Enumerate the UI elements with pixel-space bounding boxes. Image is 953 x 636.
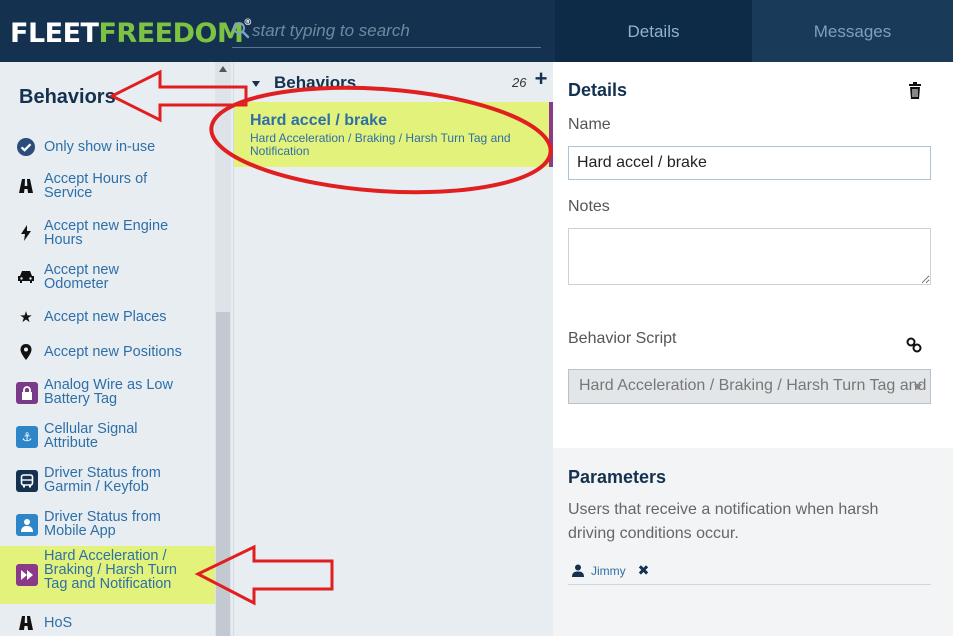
sidebar-item-accept-hours-of-service[interactable]: Accept Hours of Service bbox=[0, 167, 215, 205]
bolt-icon bbox=[16, 223, 36, 243]
scroll-up-arrow-icon[interactable] bbox=[219, 66, 227, 72]
details-section: Details Name Notes bbox=[553, 62, 953, 314]
notes-field[interactable] bbox=[568, 228, 931, 285]
sidebar-item-label: Driver Status from Garmin / Keyfob bbox=[44, 465, 161, 495]
tab-messages[interactable]: Messages bbox=[752, 0, 953, 62]
star-icon: ★ bbox=[19, 309, 33, 326]
sidebar-item-accept-new-engine-hours[interactable]: Accept new Engine Hours bbox=[0, 214, 215, 252]
search-box[interactable] bbox=[232, 12, 541, 48]
behavior-script-select[interactable]: Hard Acceleration / Braking / Harsh Turn… bbox=[568, 369, 931, 404]
sidebar-item-cellular-signal-attribute[interactable]: ⚓ Cellular Signal Attribute bbox=[0, 418, 215, 456]
sidebar-item-driver-status-garmin[interactable]: Driver Status from Garmin / Keyfob bbox=[0, 462, 215, 500]
fleetfreedom-logo[interactable]: FLEETFREEDOM® bbox=[10, 18, 252, 49]
parameters-title: Parameters bbox=[568, 467, 667, 487]
anchor-icon: ⚓ bbox=[16, 426, 38, 448]
user-chip-name: Jimmy bbox=[591, 563, 626, 578]
sidebar-title: Behaviors bbox=[19, 86, 116, 108]
sidebar-item-label: Accept new Positions bbox=[44, 344, 182, 360]
tab-details[interactable]: Details bbox=[555, 0, 752, 62]
notes-label: Notes bbox=[568, 198, 610, 215]
sidebar-item-label: Only show in-use bbox=[44, 139, 156, 155]
list-header: Behaviors 26 + bbox=[234, 62, 554, 102]
name-field[interactable] bbox=[568, 146, 931, 180]
sidebar-item-driver-status-mobile[interactable]: Driver Status from Mobile App bbox=[0, 506, 215, 544]
list-item-description: Hard Acceleration / Braking / Harsh Turn… bbox=[250, 131, 511, 158]
user-icon bbox=[572, 564, 584, 577]
sidebar-item-hos[interactable]: HoS bbox=[0, 608, 215, 636]
road-icon bbox=[16, 613, 36, 633]
sidebar-item-label: Accept new Places bbox=[44, 309, 167, 325]
chip-field-underline bbox=[568, 584, 931, 585]
sidebar-item-label: Accept new Engine Hours bbox=[44, 218, 169, 248]
sidebar-item-accept-new-places[interactable]: ★ Accept new Places bbox=[0, 302, 215, 332]
search-icon bbox=[233, 22, 250, 39]
fast-forward-icon bbox=[16, 564, 38, 586]
sidebar-item-analog-wire-low-battery[interactable]: Analog Wire as Low Battery Tag bbox=[0, 374, 215, 412]
sidebar-item-label: Hard Acceleration / Braking / Harsh Turn… bbox=[44, 548, 177, 592]
top-bar: FLEETFREEDOM® Details Messages bbox=[0, 0, 953, 62]
trash-icon[interactable] bbox=[908, 82, 922, 100]
scroll-thumb[interactable] bbox=[216, 312, 230, 636]
details-title: Details bbox=[568, 80, 628, 100]
sidebar-item-label: Analog Wire as Low Battery Tag bbox=[44, 377, 173, 407]
car-icon bbox=[16, 267, 36, 287]
sidebar-item-label: Accept new Odometer bbox=[44, 262, 119, 292]
sidebar-item-accept-new-odometer[interactable]: Accept new Odometer bbox=[0, 258, 215, 296]
sidebar-item-only-show-in-use[interactable]: Only show in-use bbox=[0, 132, 215, 162]
parameters-description: Users that receive a notification when h… bbox=[568, 501, 879, 542]
check-circle-icon bbox=[16, 137, 36, 157]
sidebar-item-label: HoS bbox=[44, 615, 73, 631]
road-icon bbox=[16, 176, 36, 196]
sidebar-scrollbar[interactable] bbox=[215, 62, 231, 636]
add-behavior-button[interactable]: + bbox=[528, 66, 554, 98]
list-item-selected[interactable]: Hard accel / brake Hard Acceleration / B… bbox=[234, 102, 554, 167]
user-chip[interactable]: Jimmy ✖ bbox=[571, 562, 649, 579]
search-input[interactable] bbox=[252, 18, 532, 44]
logo-text-freedom: FREEDOM bbox=[98, 18, 244, 49]
behavior-script-label: Behavior Script bbox=[568, 330, 677, 347]
details-panel: Details Name Notes Behavior Script Hard … bbox=[553, 62, 953, 636]
collapse-triangle-icon[interactable] bbox=[252, 81, 260, 87]
behavior-script-value: Hard Acceleration / Braking / Harsh Turn… bbox=[579, 377, 930, 394]
behaviors-list-panel: Behaviors 26 + Hard accel / brake Hard A… bbox=[233, 62, 554, 636]
sidebar-item-hard-acceleration[interactable]: Hard Acceleration / Braking / Harsh Turn… bbox=[0, 546, 215, 604]
logo-text-fleet: FLEET bbox=[10, 18, 99, 49]
list-count: 26 bbox=[512, 75, 527, 90]
link-icon[interactable] bbox=[905, 336, 923, 354]
lock-icon bbox=[16, 382, 38, 404]
sidebar-item-accept-new-positions[interactable]: Accept new Positions bbox=[0, 337, 215, 367]
sidebar-item-label: Accept Hours of Service bbox=[44, 171, 148, 201]
bus-icon bbox=[16, 470, 38, 492]
user-icon bbox=[16, 514, 38, 536]
remove-user-icon[interactable]: ✖ bbox=[638, 562, 650, 579]
list-item-title: Hard accel / brake bbox=[250, 112, 387, 129]
list-title: Behaviors bbox=[274, 73, 357, 92]
behaviors-sidebar: Behaviors Only show in-use Accept Hours … bbox=[0, 62, 233, 636]
map-pin-icon bbox=[16, 342, 36, 362]
chevron-down-icon bbox=[914, 384, 922, 390]
sidebar-item-label: Cellular Signal Attribute bbox=[44, 421, 138, 451]
behavior-script-section: Behavior Script Hard Acceleration / Brak… bbox=[553, 314, 953, 448]
sidebar-item-label: Driver Status from Mobile App bbox=[44, 509, 161, 539]
name-label: Name bbox=[568, 116, 611, 133]
